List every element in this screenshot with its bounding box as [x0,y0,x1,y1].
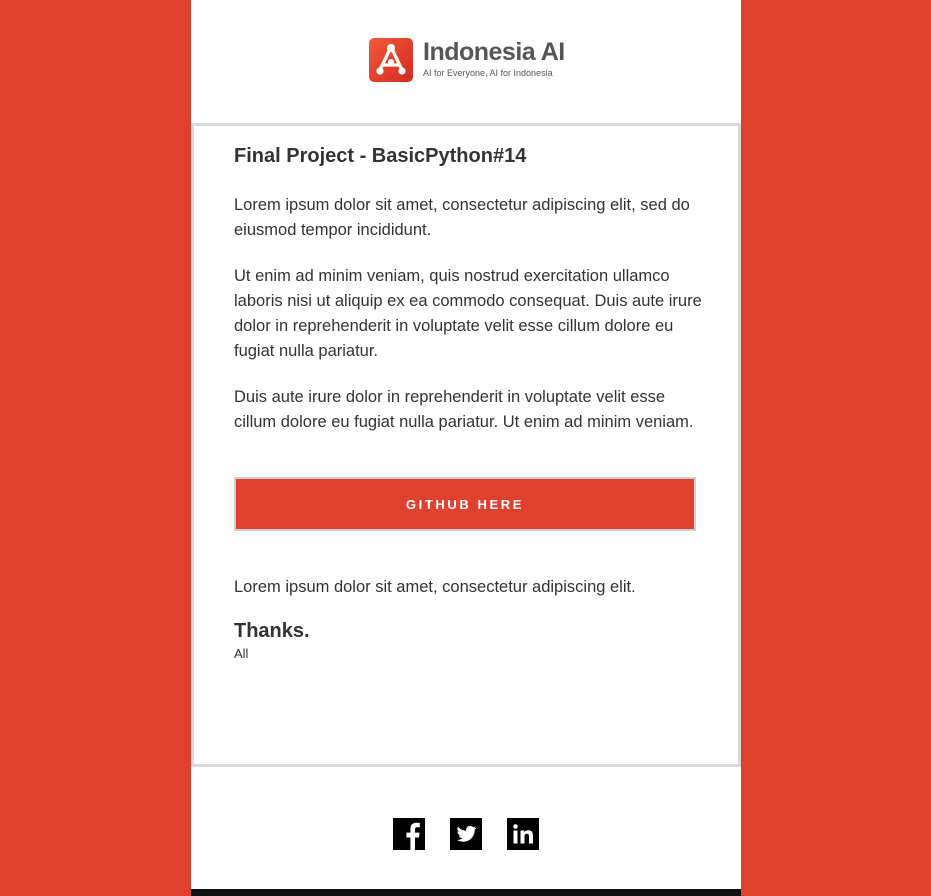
footer-bottom-bar [191,889,741,896]
brand-name: Indonesia AI [423,38,565,66]
facebook-link[interactable] [393,818,425,850]
linkedin-link[interactable] [507,818,539,850]
email-title: Final Project - BasicPython#14 [234,145,527,167]
signature: All [234,646,249,662]
twitter-link[interactable] [450,818,482,850]
twitter-icon [450,818,482,850]
paragraph-2: Ut enim ad minim veniam, quis nostrud ex… [234,266,702,361]
content-card: Final Project - BasicPython#14 Lorem ips… [191,123,741,767]
paragraph-1: Lorem ipsum dolor sit amet, consectetur … [234,196,690,240]
email-header: Indonesia AI AI for Everyone, AI for Ind… [191,0,741,123]
facebook-icon [393,818,425,850]
social-links [393,818,539,850]
closing-paragraph: Lorem ipsum dolor sit amet, consectetur … [234,578,636,597]
linkedin-icon [507,818,539,850]
brand-logo[interactable]: Indonesia AI AI for Everyone, AI for Ind… [369,38,569,84]
brand-tagline: AI for Everyone, AI for Indonesia [423,68,553,78]
github-button-label: GITHUB HERE [405,496,525,512]
indonesia-ai-logo-icon [369,38,413,82]
thanks-heading: Thanks. [234,620,310,643]
email-container: Indonesia AI AI for Everyone, AI for Ind… [191,0,741,896]
content-body: Final Project - BasicPython#14 Lorem ips… [234,142,708,664]
paragraph-3: Duis aute irure dolor in reprehenderit i… [234,387,694,432]
email-footer [191,767,741,889]
github-button[interactable]: GITHUB HERE [234,477,696,532]
